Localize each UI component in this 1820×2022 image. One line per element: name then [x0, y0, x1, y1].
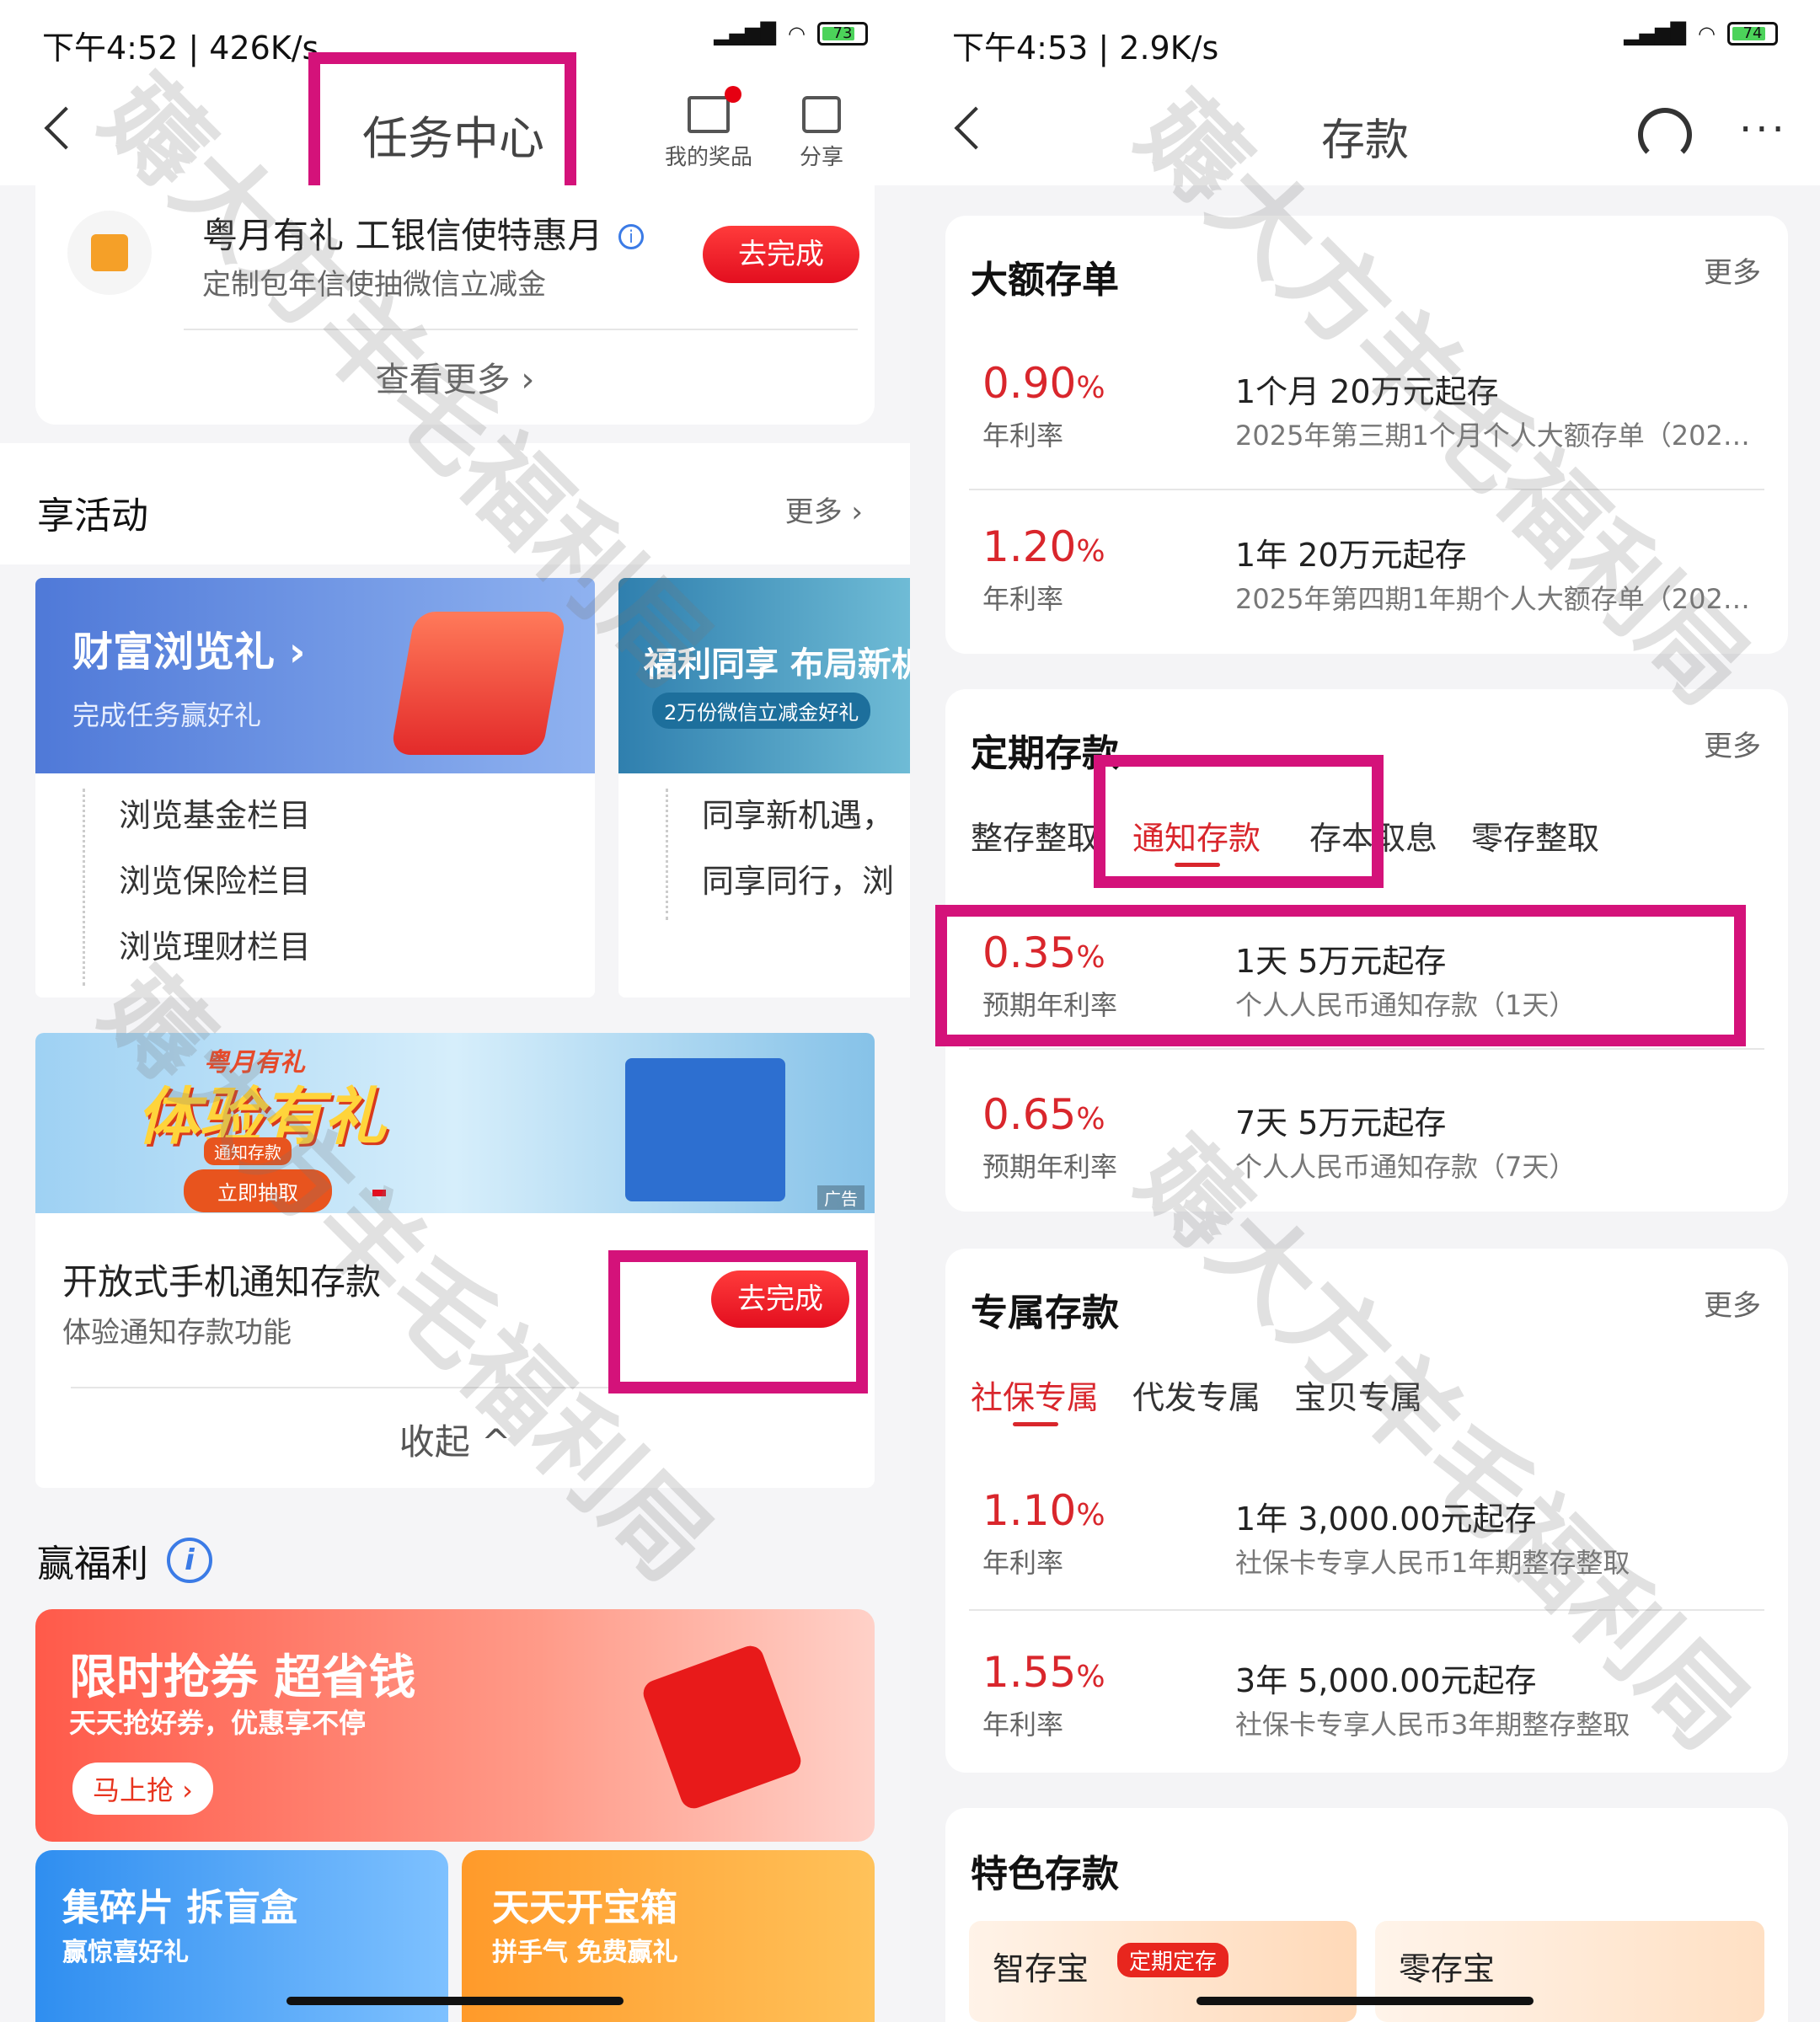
headset-icon[interactable] — [1638, 108, 1692, 162]
product-row[interactable]: 0.65% 预期年利率 7天 5万元起存 个人人民币通知存款（7天） — [982, 1090, 1758, 1183]
task-desc: 定制包年信使抽微信立减金 — [202, 268, 546, 302]
activity-card-1[interactable]: 财富浏览礼 › 完成任务赢好礼 浏览基金栏目 浏览保险栏目 浏览理财栏目 — [35, 578, 595, 998]
share-icon — [802, 96, 841, 133]
tab-kids[interactable]: 宝贝专属 — [1294, 1372, 1422, 1418]
active-tab-indicator — [1013, 1422, 1058, 1426]
signal-icon: ▂▄▆█ — [714, 22, 777, 45]
tab-lump-sum[interactable]: 整存整取 — [971, 812, 1099, 859]
wifi-icon: ◠ — [1698, 22, 1716, 45]
special-badge: 定期定存 — [1117, 1943, 1229, 1977]
info-icon[interactable]: i — [618, 224, 644, 249]
left-screen: 下午4:52 | 426K/s ▂▄▆█ ◠ 73 任务中心 我的奖品 分享 粤… — [0, 0, 910, 2022]
home-indicator[interactable] — [286, 1997, 624, 2005]
nav-bar: 任务中心 我的奖品 分享 — [0, 52, 910, 199]
coupon-gun-illustration — [640, 1642, 805, 1812]
battery-icon: 73 — [817, 22, 868, 45]
promo-banner[interactable]: 粤月有礼 体验有礼 通知存款 立即抽取 广告 — [35, 1033, 875, 1213]
section-title: 享活动 — [37, 495, 148, 538]
activity-card-2[interactable]: 福利同享 布局新机 2万份微信立减金好礼 同享新机遇， 同享同行，浏 — [618, 578, 910, 998]
divider — [969, 1048, 1764, 1050]
coupon-banner[interactable]: 限时抢券 超省钱 天天抢好券，优惠享不停 马上抢 › — [35, 1609, 875, 1842]
activity-task-list: 同享新机遇， 同享同行，浏 — [666, 789, 894, 920]
product-row[interactable]: 1.10% 年利率 1年 3,000.00元起存 社保卡专享人民币1年期整存整取 — [982, 1486, 1758, 1579]
shop-illustration — [625, 1058, 785, 1201]
section-title: 大额存单 — [971, 259, 1119, 302]
activities-section: 享活动 更多 › — [0, 443, 910, 564]
large-cd-card: 大额存单 更多 0.90% 年利率 1个月 20万元起存 2025年第三期1个月… — [945, 216, 1788, 654]
task-title: 粤月有礼 工银信使特惠月 — [202, 215, 603, 256]
status-icons: ▂▄▆█ ◠ 73 — [714, 22, 868, 45]
product-row[interactable]: 1.55% 年利率 3年 5,000.00元起存 社保卡专享人民币3年期整存整取 — [982, 1648, 1758, 1741]
task2-title: 开放式手机通知存款 — [62, 1261, 382, 1303]
welfare-title: 赢福利 i — [37, 1533, 212, 1587]
see-more-link[interactable]: 查看更多 › — [35, 352, 875, 401]
gift-icon — [688, 86, 741, 133]
share-button[interactable]: 分享 — [779, 96, 864, 171]
my-prizes-button[interactable]: 我的奖品 — [662, 86, 755, 171]
task2-desc: 体验通知存款功能 — [62, 1316, 292, 1350]
status-icons: ▂▄▆█ ◠ 74 — [1624, 22, 1778, 45]
back-icon[interactable] — [44, 106, 88, 150]
activity-task-list: 浏览基金栏目 浏览保险栏目 浏览理财栏目 — [83, 789, 311, 986]
exclusive-deposit-card: 专属存款 更多 社保专属 代发专属 宝贝专属 1.10% 年利率 1年 3,00… — [945, 1249, 1788, 1773]
home-indicator[interactable] — [1196, 1997, 1534, 2005]
highlight-box — [1094, 755, 1384, 888]
nav-bar: 存款 ··· — [910, 84, 1820, 185]
activity-banner: 财富浏览礼 › 完成任务赢好礼 — [35, 578, 595, 773]
divider — [184, 329, 858, 330]
product-row[interactable]: 1.20% 年利率 1年 20万元起存 2025年第四期1年期个人大额存单（20… — [982, 522, 1758, 615]
tab-installment[interactable]: 零存整取 — [1471, 812, 1599, 859]
large-cd-more-link[interactable]: 更多 — [1704, 249, 1761, 291]
phone-gift-illustration — [390, 612, 567, 755]
fixed-more-link[interactable]: 更多 — [1704, 723, 1761, 764]
highlight-box — [608, 1250, 868, 1393]
task-card-top: 粤月有礼 工银信使特惠月 i 定制包年信使抽微信立减金 去完成 查看更多 › — [35, 185, 875, 425]
exclusive-more-link[interactable]: 更多 — [1704, 1282, 1761, 1324]
calendar-icon — [67, 211, 152, 295]
status-bar: 下午4:53 | 2.9K/s ▂▄▆█ ◠ 74 — [910, 0, 1820, 84]
section-title: 专属存款 — [971, 1292, 1119, 1335]
product-row[interactable]: 0.90% 年利率 1个月 20万元起存 2025年第三期1个月个人大额存单（2… — [982, 359, 1758, 452]
divider — [969, 489, 1764, 490]
special-item-smart[interactable]: 智存宝 定期定存 — [969, 1921, 1357, 2022]
special-deposit-card: 特色存款 智存宝 定期定存 零存宝 — [945, 1808, 1788, 2022]
tab-payroll[interactable]: 代发专属 — [1132, 1372, 1261, 1418]
wifi-icon: ◠ — [788, 22, 806, 45]
highlight-box — [935, 905, 1746, 1046]
activities-more-link[interactable]: 更多 › — [785, 489, 863, 530]
section-title: 特色存款 — [971, 1853, 1119, 1896]
more-icon[interactable]: ··· — [1739, 106, 1788, 153]
special-item-installment[interactable]: 零存宝 — [1375, 1921, 1764, 2022]
info-icon[interactable]: i — [167, 1538, 212, 1583]
right-screen: 下午4:53 | 2.9K/s ▂▄▆█ ◠ 74 存款 ··· 大额存单 更多… — [910, 0, 1820, 2022]
divider — [969, 1609, 1764, 1611]
highlight-box — [308, 52, 576, 199]
pagination-dot — [372, 1190, 386, 1196]
status-time: 下午4:53 | 2.9K/s — [952, 29, 1219, 67]
tab-social-security[interactable]: 社保专属 — [971, 1372, 1099, 1426]
signal-icon: ▂▄▆█ — [1624, 22, 1687, 45]
activity-banner: 福利同享 布局新机 2万份微信立减金好礼 — [618, 578, 910, 773]
battery-icon: 74 — [1727, 22, 1778, 45]
go-complete-button[interactable]: 去完成 — [703, 226, 859, 283]
collapse-link[interactable]: 收起 ^ — [35, 1414, 875, 1465]
status-time: 下午4:52 | 426K/s — [42, 29, 319, 67]
